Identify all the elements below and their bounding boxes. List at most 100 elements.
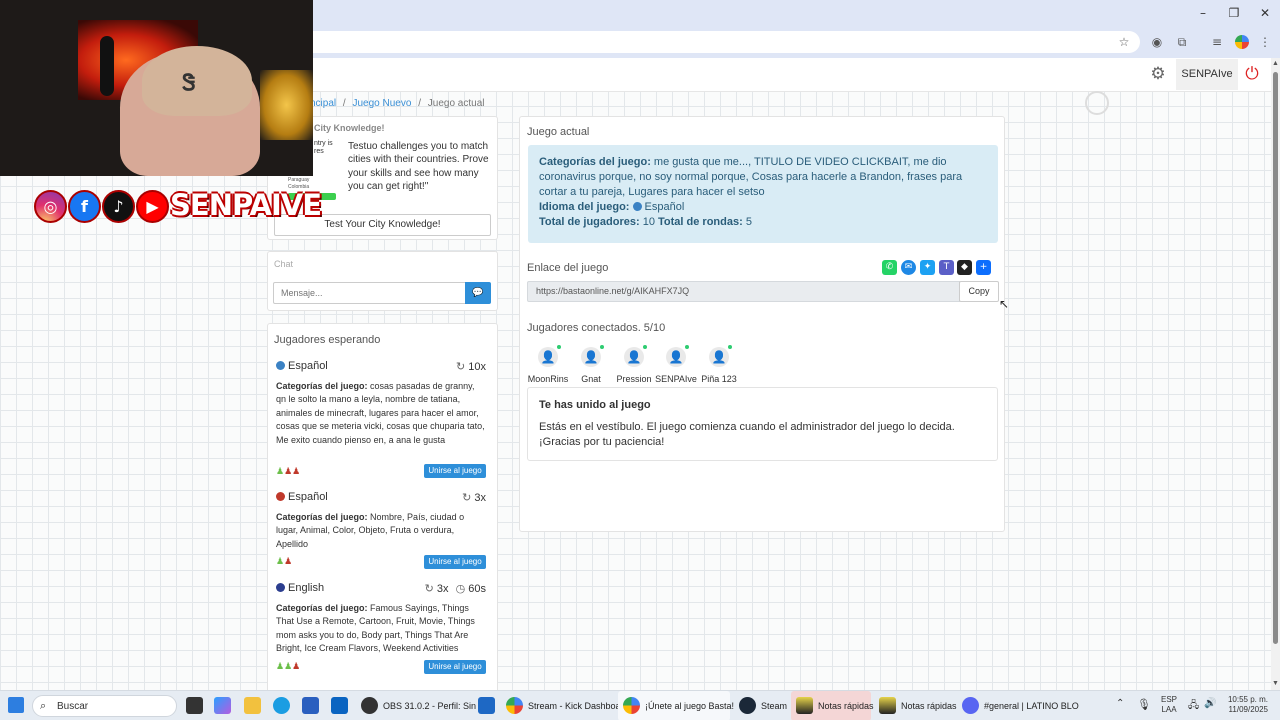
puzzle-icon[interactable]: ⧉ [1175,35,1189,49]
address-bar[interactable] [300,31,1140,53]
clock[interactable]: 10:55 p. m. 11/09/2025 [1222,695,1268,715]
breadcrumb-home[interactable]: ncipal [310,98,336,109]
taskbar-app-notes[interactable]: Notas rápidas [818,696,874,716]
game-link-label: Enlace del juego [527,262,609,274]
teams-icon[interactable]: T [939,260,954,275]
steam-icon[interactable] [739,697,756,714]
rounds-value: 5 [745,216,752,228]
scroll-down-icon[interactable]: ▼ [1272,680,1279,687]
categories-label: Categorías del juego: [539,156,651,168]
categories-label: Categorías del juego: [276,381,368,391]
store-icon[interactable] [302,697,319,714]
taskbar-app-discord[interactable]: #general | LATINO BLO [984,696,1079,716]
join-game-button[interactable]: Unirse al juego [424,555,486,569]
bookmark-star-icon[interactable]: ☆ [1117,35,1131,49]
scroll-up-icon[interactable]: ▲ [1272,60,1279,67]
ad-thumb-country: Paraguay [288,177,310,183]
breadcrumb-separator: / [342,98,346,109]
rounds-value: 3x [436,583,449,595]
windows-start-icon[interactable] [8,697,24,713]
scrollbar-thumb[interactable] [1273,72,1278,644]
breadcrumb: ncipal / Juego Nuevo / Juego actual [310,98,484,109]
obs-icon[interactable] [361,697,378,714]
taskbar-search[interactable]: ⌕ Buscar [32,695,177,717]
edge-icon[interactable] [273,697,290,714]
microphone-icon[interactable]: 🎙 [1137,698,1151,711]
players-value: 10 [642,216,655,228]
categories-label: Categorías del juego: [276,512,368,522]
tiktok-icon: ♪ [102,190,135,223]
current-game-panel: Juego actual Categorías del juego: me gu… [519,116,1005,532]
chat-panel: Chat 💬 [267,251,498,311]
lang-layout: LAA [1161,705,1177,714]
waiting-game-card: Español ↻ 10x Categorías del juego: cosa… [276,358,486,478]
task-view-icon[interactable] [186,697,203,714]
media-icon[interactable]: ≡ [1210,35,1224,49]
chat-message-input[interactable] [273,282,466,304]
avatar-icon: 👤 [624,345,647,367]
rounds-label: Total de rondas: [658,216,743,228]
game-language: Español [276,360,328,372]
rounds-icon: ↻ [455,360,466,373]
youtube-icon: ▶ [136,190,169,223]
snapchat-icon[interactable]: ◆ [957,260,972,275]
chrome-icon[interactable] [506,697,523,714]
game-categories: Categorías del juego: cosas pasadas de g… [276,380,486,447]
close-icon[interactable]: ✕ [1255,6,1275,20]
timer-icon: ◷ [455,582,466,595]
flag-icon [632,202,642,211]
username-button[interactable]: SENPAIve [1176,59,1238,90]
game-info-box: Categorías del juego: me gusta que me...… [528,145,998,243]
chrome-icon[interactable] [623,697,640,714]
outlook-icon[interactable] [331,697,348,714]
breadcrumb-new-game[interactable]: Juego Nuevo [352,98,411,109]
taskbar-app-steam[interactable]: Steam [761,696,787,716]
volume-icon[interactable]: 🔊 [1204,698,1216,709]
power-icon[interactable]: ⏻ [1243,65,1261,83]
ad-title: City Knowledge! [314,123,385,133]
profile-avatar-icon[interactable] [1235,35,1249,49]
notes-icon[interactable] [879,697,896,714]
file-explorer-icon[interactable] [244,697,261,714]
taskbar-app-kick[interactable]: Stream - Kick Dashboa [528,696,621,716]
messenger-icon[interactable]: ✉ [901,260,916,275]
share-plus-icon[interactable]: + [976,260,991,275]
avatar-icon: 👤 [666,345,689,367]
app-icon[interactable] [478,697,495,714]
copy-link-button[interactable]: Copy [959,281,999,302]
game-language: Español [276,491,328,503]
game-language: English [276,582,324,594]
time-value: 60s [468,583,486,595]
waiting-game-card: Español ↻ 3x Categorías del juego: Nombr… [276,489,486,569]
restore-icon[interactable]: ❐ [1224,6,1244,20]
taskbar-app-obs[interactable]: OBS 31.0.2 - Perfil: Sin [383,696,476,716]
twitter-icon[interactable]: ✦ [920,260,935,275]
minimize-icon[interactable]: – [1193,6,1213,20]
game-totals: Total de jugadores: 10 Total de rondas: … [539,215,987,230]
send-message-button[interactable]: 💬 [465,282,491,304]
notes-icon[interactable] [796,697,813,714]
joined-message-card: Te has unido al juego Estás en el vestíb… [527,387,998,461]
game-rounds: ↻ 3x [462,491,486,504]
taskbar-app-basta[interactable]: ¡Únete al juego Basta! [645,696,734,716]
tray-chevron-icon[interactable]: ⌃ [1116,698,1124,709]
facebook-icon: f [68,190,101,223]
menu-icon[interactable]: ⋮ [1258,35,1272,49]
extension-icon[interactable]: ◉ [1150,35,1164,49]
whatsapp-icon[interactable]: ✆ [882,260,897,275]
copilot-icon[interactable] [214,697,231,714]
gear-icon[interactable]: ⚙ [1149,65,1167,83]
join-game-button[interactable]: Unirse al juego [424,464,486,478]
cap-logo-icon: Ꮥ [182,70,196,96]
players-icons: ♟♟ [276,556,293,566]
breadcrumb-current: Juego actual [427,98,485,109]
categories-label: Categorías del juego: [276,603,368,613]
network-icon[interactable]: 🖧 [1188,698,1199,715]
join-game-button[interactable]: Unirse al juego [424,660,486,674]
taskbar-app-notes[interactable]: Notas rápidas [901,696,957,716]
game-link-field[interactable]: https://bastaonline.net/g/AIKAHFX7JQ [527,281,960,302]
discord-icon[interactable] [962,697,979,714]
flag-icon [276,492,285,501]
input-language[interactable]: ESP LAA [1161,695,1177,715]
breadcrumb-separator: / [418,98,421,109]
